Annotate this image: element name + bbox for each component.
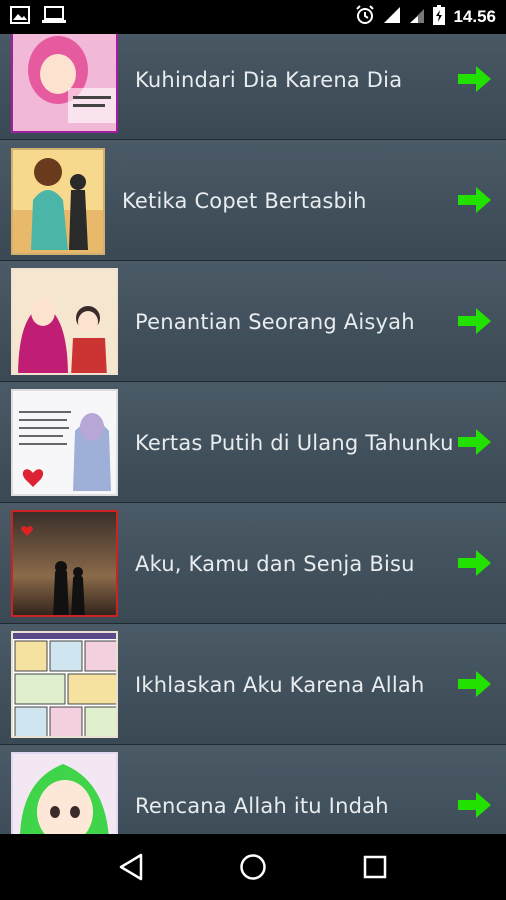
list-item-title: Kuhindari Dia Karena Dia [135,67,403,92]
recent-apps-button[interactable] [357,849,393,885]
list-item[interactable]: Penantian Seorang Aisyah [0,261,506,382]
list-item-title: Rencana Allah itu Indah [135,793,389,818]
thumbnail [11,34,118,133]
story-list[interactable]: Kuhindari Dia Karena Dia Ketika Copet Be… [0,34,506,834]
illustration-hijab-pink-icon [13,34,116,131]
battery-icon [433,4,446,30]
illustration-silhouette-dusk-icon [13,512,116,615]
arrow-right-icon[interactable] [458,549,492,577]
arrow-right-icon[interactable] [458,307,492,335]
list-item[interactable]: Aku, Kamu dan Senja Bisu [0,503,506,624]
navigation-bar [0,834,506,900]
illustration-green-hijab-icon [13,754,116,834]
back-button[interactable] [113,849,149,885]
signal-icon-secondary [409,6,425,29]
arrow-right-icon[interactable] [458,186,492,214]
list-item-title: Aku, Kamu dan Senja Bisu [135,551,415,576]
home-circle-icon [240,854,266,880]
thumbnail [11,268,118,375]
recent-square-icon [363,855,387,879]
illustration-couple-sunset-icon [13,150,103,253]
list-item-title: Kertas Putih di Ulang Tahunku [135,430,454,455]
gallery-icon [10,5,30,29]
arrow-right-icon[interactable] [458,65,492,93]
list-item-title: Penantian Seorang Aisyah [135,309,415,334]
arrow-right-icon[interactable] [458,791,492,819]
thumbnail [11,389,118,496]
illustration-hijab-couple-icon [13,270,116,373]
illustration-letter-heart-icon [13,391,116,494]
thumbnail [11,631,118,738]
home-button[interactable] [235,849,271,885]
list-item-title: Ikhlaskan Aku Karena Allah [135,672,425,697]
thumbnail [11,510,118,617]
back-triangle-icon [119,853,143,881]
arrow-right-icon[interactable] [458,670,492,698]
list-item[interactable]: Ikhlaskan Aku Karena Allah [0,624,506,745]
laptop-icon [42,5,66,29]
thumbnail [11,148,105,255]
alarm-icon [355,4,375,30]
thumbnail [11,752,118,834]
list-item-title: Ketika Copet Bertasbih [122,188,367,213]
arrow-right-icon[interactable] [458,428,492,456]
list-item[interactable]: Kuhindari Dia Karena Dia [0,34,506,140]
clock-time: 14.56 [453,7,496,26]
illustration-comic-icon [13,633,116,736]
signal-icon [383,6,401,29]
status-bar: 14.56 [0,0,506,34]
list-item[interactable]: Rencana Allah itu Indah [0,745,506,834]
list-item[interactable]: Kertas Putih di Ulang Tahunku [0,382,506,503]
list-item[interactable]: Ketika Copet Bertasbih [0,140,506,261]
